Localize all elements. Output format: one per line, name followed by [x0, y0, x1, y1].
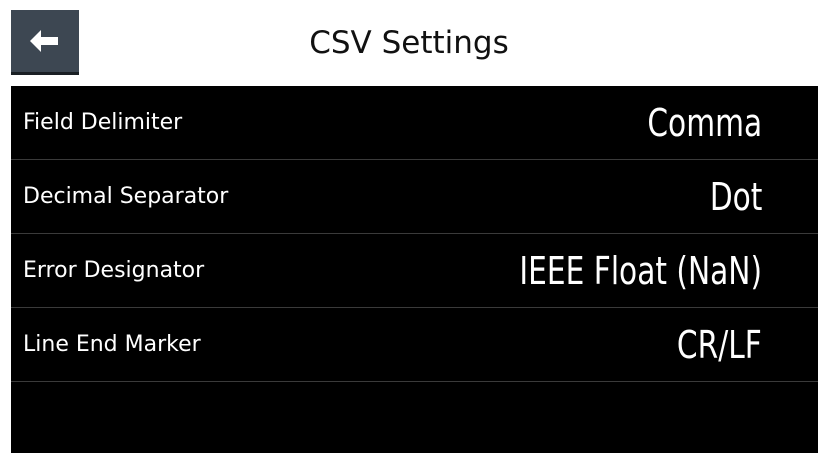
setting-row-field-delimiter[interactable]: Field Delimiter Comma: [11, 86, 818, 160]
setting-label: Error Designator: [23, 258, 205, 283]
back-arrow-icon: [30, 30, 60, 52]
setting-value: CR/LF: [677, 323, 762, 367]
header-bar: CSV Settings: [0, 0, 818, 86]
setting-label: Decimal Separator: [23, 184, 229, 209]
setting-value: Comma: [647, 101, 762, 145]
settings-list: Field Delimiter Comma Decimal Separator …: [11, 86, 818, 453]
setting-label: Field Delimiter: [23, 110, 183, 135]
page-title: CSV Settings: [309, 25, 509, 61]
setting-value: IEEE Float (NaN): [519, 249, 762, 293]
setting-label: Line End Marker: [23, 332, 201, 357]
setting-value: Dot: [709, 175, 762, 219]
back-button[interactable]: [11, 10, 79, 75]
setting-row-line-end-marker[interactable]: Line End Marker CR/LF: [11, 308, 818, 382]
setting-row-decimal-separator[interactable]: Decimal Separator Dot: [11, 160, 818, 234]
setting-row-error-designator[interactable]: Error Designator IEEE Float (NaN): [11, 234, 818, 308]
